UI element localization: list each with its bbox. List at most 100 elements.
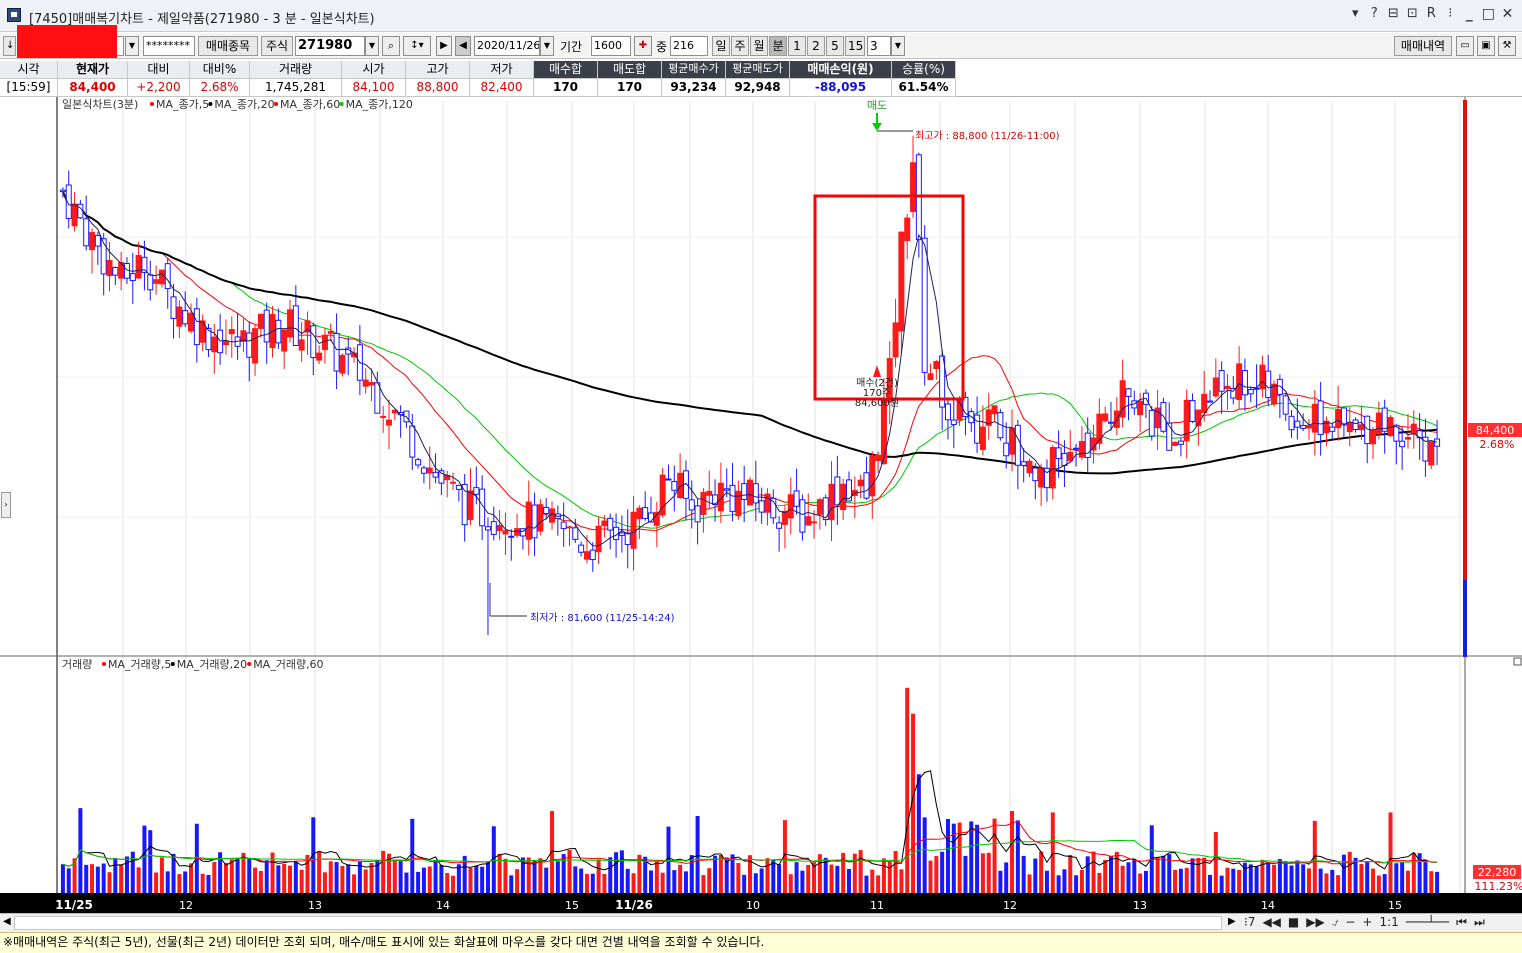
interval-5[interactable]: 5 (826, 36, 844, 56)
chart-scrollbar[interactable]: ◀ ▶ ⁝7 ◀◀ ■ ▶▶ ⍻ − + 1:1 ───┴── ⏮ ⏭ (0, 913, 1522, 932)
slider-icon[interactable]: ───┴── (1406, 915, 1449, 930)
ratio-icon[interactable]: 1:1 (1379, 915, 1398, 930)
interval-custom-input[interactable]: 3 (867, 36, 891, 56)
down-arrow-icon[interactable]: ↓ (3, 36, 16, 56)
prev-arrow-icon[interactable]: ▶ (436, 36, 452, 56)
date-field[interactable]: 2020/11/26 (474, 36, 540, 56)
candle-body (1137, 400, 1144, 416)
candle-body (508, 535, 515, 538)
trade-item-button[interactable]: 매매종목 (198, 36, 258, 56)
candle-body (1253, 387, 1260, 390)
minimize-button[interactable]: _ (1463, 6, 1476, 22)
stock-code-input[interactable]: 271980 (295, 36, 365, 56)
price-legend-item: MA_종가,120 (346, 98, 413, 111)
volume-bar (963, 855, 968, 893)
restore-panel-icon[interactable]: ⊟ (1387, 6, 1400, 22)
interval-minute[interactable]: 분 (769, 36, 787, 56)
maximize-button[interactable]: □ (1482, 6, 1495, 22)
wrench-icon[interactable]: ⚒ (1498, 36, 1516, 56)
volume-bar (1347, 851, 1352, 893)
volume-bar (101, 863, 106, 893)
interval-day[interactable]: 일 (712, 36, 730, 56)
go-end-icon[interactable]: ⏭ (1474, 915, 1485, 930)
stop-icon[interactable]: ■ (1288, 915, 1299, 930)
weight-input[interactable]: 216 (670, 36, 708, 56)
x-axis-label: 14 (436, 899, 450, 912)
volume-bar (1155, 857, 1160, 893)
period-input[interactable]: 1600 (591, 36, 631, 56)
volume-bar (1178, 868, 1183, 893)
candle-body (135, 254, 142, 279)
candle-body (1003, 442, 1010, 457)
side-expand-tab[interactable]: › (1, 492, 11, 518)
volume-bar (136, 867, 141, 893)
help-icon[interactable]: ? (1368, 6, 1381, 22)
toggle-icon[interactable]: ⁝7 (1244, 915, 1255, 930)
interval-1[interactable]: 1 (788, 36, 806, 56)
settings-icon[interactable]: ✚ (634, 36, 652, 56)
candle-body (845, 479, 852, 502)
candle-body (1073, 447, 1080, 450)
candle-body (1108, 421, 1115, 424)
chart-icon[interactable]: ⍻ (1332, 915, 1339, 930)
trade-history-button[interactable]: 매매내역 (1394, 36, 1452, 56)
volume-bar (1184, 867, 1189, 893)
candlestick-chart[interactable]: 11/25 12 13 14 15 11/26 10 11 12 13 14 15 일본식차트(3분)… (0, 97, 1522, 913)
date-dropdown-icon[interactable]: ▼ (540, 36, 554, 56)
volume-bar (899, 869, 904, 893)
volume-bar (183, 871, 188, 893)
volume-legend-item: MA_거래량,20 (177, 658, 247, 671)
volume-bar (95, 866, 100, 893)
scroll-right-icon[interactable]: ▶ (1228, 916, 1236, 927)
volume-bar (1219, 875, 1224, 893)
volume-bar (718, 855, 723, 893)
candle-body (1271, 383, 1278, 405)
volume-bar (200, 873, 205, 893)
folder-icon[interactable]: ▭ (1456, 36, 1474, 56)
vol-ma5-path (62, 770, 1438, 871)
market-button[interactable]: 주식 (261, 36, 293, 56)
avg-sell-header: 평균매도가 (726, 61, 790, 79)
candle-body (1375, 412, 1382, 435)
sort-icon[interactable]: ↕▾ (403, 36, 431, 56)
candle-body (188, 312, 195, 332)
zoom-out-icon[interactable]: − (1345, 915, 1355, 930)
interval-month[interactable]: 월 (750, 36, 768, 56)
volume-bar (288, 865, 292, 893)
volume-bar (1097, 872, 1102, 893)
chart-area[interactable]: 11/25 12 13 14 15 11/26 10 11 12 13 14 15 일본식차트(3분)… (0, 97, 1522, 913)
candle-body (706, 490, 713, 496)
volume-bar (736, 863, 741, 893)
interval-week[interactable]: 주 (731, 36, 749, 56)
account-dropdown-icon[interactable]: ▼ (125, 36, 139, 56)
pin-icon[interactable]: ▾ (1349, 6, 1362, 22)
candle-body (531, 504, 538, 539)
candle-body (94, 235, 101, 247)
rewind-icon[interactable]: ◀◀ (1262, 915, 1280, 930)
search-icon[interactable]: ⌕ (382, 36, 400, 56)
save-icon[interactable]: ▣ (1477, 36, 1495, 56)
zoom-in-icon[interactable]: + (1362, 915, 1372, 930)
code-dropdown-icon[interactable]: ▼ (365, 36, 379, 56)
scroll-track[interactable] (14, 916, 1222, 930)
scroll-left-icon[interactable]: ◀ (3, 916, 11, 927)
interval-2[interactable]: 2 (807, 36, 825, 56)
link-icon[interactable]: ⊡ (1406, 6, 1419, 22)
password-field[interactable]: ******** (143, 36, 195, 56)
interval-dropdown-icon[interactable]: ▼ (891, 36, 905, 56)
candle-body (59, 189, 66, 193)
volume-bar (445, 873, 450, 893)
next-arrow-icon[interactable]: ◀ (455, 36, 471, 56)
go-start-icon[interactable]: ⏮ (1456, 915, 1467, 930)
more-icon[interactable]: ⁝ (1444, 6, 1457, 22)
volume-bar (410, 818, 415, 893)
interval-15[interactable]: 15 (845, 36, 865, 56)
r-icon[interactable]: R (1425, 6, 1438, 22)
volume-bar (1050, 812, 1055, 893)
fast-forward-icon[interactable]: ▶▶ (1306, 915, 1324, 930)
candle-body (776, 522, 783, 529)
close-button[interactable]: ✕ (1501, 6, 1514, 22)
price-legend-item: MA_종가,60 (280, 98, 340, 111)
volume-bar (1225, 867, 1230, 893)
volume-bar (777, 864, 782, 893)
